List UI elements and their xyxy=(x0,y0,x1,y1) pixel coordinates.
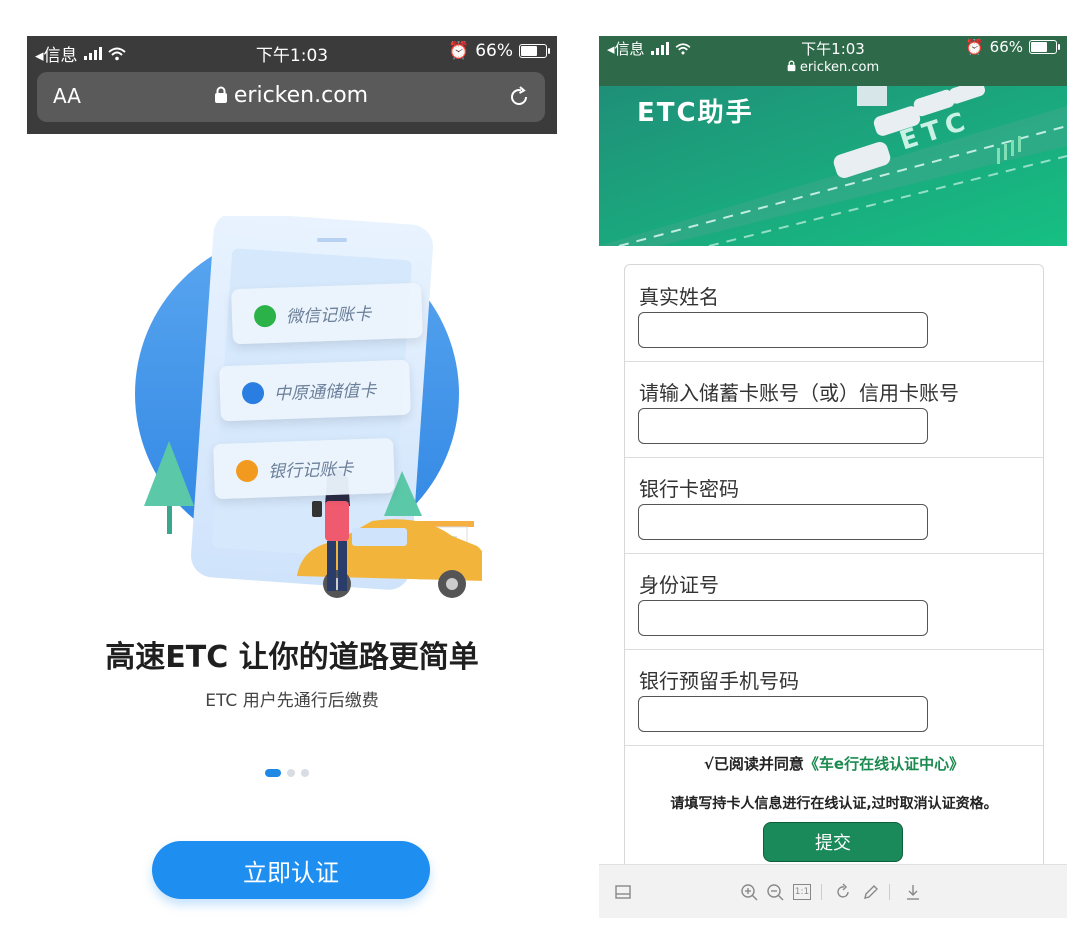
pdf-toolbar: 1:1 xyxy=(599,864,1067,918)
left-phone-screen: ◂信息 下午1:03 ⏰ 66% AA ericken.com 微信记账卡 中原… xyxy=(27,36,557,916)
form-row-card: 请输入储蓄卡账号（或）信用卡账号 xyxy=(625,361,1043,458)
page-indicator xyxy=(265,769,309,777)
field-label: 银行卡密码 xyxy=(639,477,739,501)
card-label: 微信记账卡 xyxy=(285,304,372,328)
page-dot[interactable] xyxy=(265,769,281,777)
card-label: 银行记账卡 xyxy=(267,459,354,483)
sidebar-icon[interactable] xyxy=(613,882,633,902)
page-dot[interactable] xyxy=(287,769,295,777)
address-field[interactable]: AA ericken.com xyxy=(37,72,545,122)
field-label: 真实姓名 xyxy=(639,285,719,309)
annotate-icon[interactable] xyxy=(861,882,881,902)
right-phone-screen: ◂信息 下午1:03 ⏰ 66% ericken.com ETC助手 ETC 真… xyxy=(599,36,1067,918)
verification-form: 真实姓名 请输入储蓄卡账号（或）信用卡账号 银行卡密码 身份证号 银行预留手机号… xyxy=(624,264,1044,876)
toolbar-divider xyxy=(821,884,822,900)
rotate-icon[interactable] xyxy=(833,882,853,902)
download-icon[interactable] xyxy=(903,882,923,902)
lock-icon xyxy=(214,86,227,103)
zoom-in-icon[interactable] xyxy=(739,882,759,902)
card-label: 中原通储值卡 xyxy=(273,380,377,405)
verify-now-button[interactable]: 立即认证 xyxy=(152,841,430,899)
agreement-line: √已阅读并同意《车e行在线认证中心》 xyxy=(625,753,1043,774)
form-row-password: 银行卡密码 xyxy=(625,457,1043,554)
alarm-icon: ⏰ xyxy=(964,38,984,56)
toolbar-divider xyxy=(889,884,890,900)
form-row-phone: 银行预留手机号码 xyxy=(625,649,1043,746)
card-bank: 银行记账卡 xyxy=(213,437,395,500)
page-dot[interactable] xyxy=(301,769,309,777)
bank-icon xyxy=(235,459,259,482)
card-password-input[interactable] xyxy=(638,504,928,540)
battery-percent: 66% xyxy=(475,41,513,61)
battery-percent: 66% xyxy=(989,38,1023,56)
etc-logo-text: ETC助手 xyxy=(637,98,754,128)
etc-illustration: 微信记账卡 中原通储值卡 银行记账卡 xyxy=(122,212,488,606)
subheadline: ETC 用户先通行后缴费 xyxy=(205,691,379,711)
field-label: 银行预留手机号码 xyxy=(639,669,799,693)
form-row-id: 身份证号 xyxy=(625,553,1043,650)
etc-banner: ETC助手 ETC xyxy=(599,80,1067,247)
submit-button[interactable]: 提交 xyxy=(763,822,903,862)
status-bar: ◂信息 下午1:03 ⏰ 66% xyxy=(27,36,557,66)
form-row-name: 真实姓名 xyxy=(625,265,1043,362)
phone-number-input[interactable] xyxy=(638,696,928,732)
agree-checkmark-text[interactable]: √已阅读并同意 xyxy=(704,755,804,773)
lock-icon xyxy=(787,60,796,72)
notice-text: 请填写持卡人信息进行在线认证,过时取消认证资格。 xyxy=(670,796,998,812)
wechat-icon xyxy=(253,304,277,328)
browser-url-bar: AA ericken.com xyxy=(27,66,557,134)
domain-text: ericken.com xyxy=(799,60,880,75)
card-number-input[interactable] xyxy=(638,408,928,444)
agreement-link[interactable]: 《车e行在线认证中心》 xyxy=(804,755,964,773)
id-number-input[interactable] xyxy=(638,600,928,636)
url-domain: ericken.com xyxy=(233,83,369,108)
alarm-icon: ⏰ xyxy=(448,41,470,61)
card-wechat: 微信记账卡 xyxy=(231,282,423,345)
headline: 高速ETC 让你的道路更简单 xyxy=(105,640,479,675)
zhongyuantong-icon xyxy=(241,381,265,405)
status-bar: ◂信息 下午1:03 ⏰ 66% ericken.com xyxy=(599,36,1067,86)
field-label: 身份证号 xyxy=(639,573,719,597)
reload-icon[interactable] xyxy=(507,85,531,109)
url-domain-compact[interactable]: ericken.com xyxy=(599,60,1067,75)
actual-size-icon[interactable]: 1:1 xyxy=(793,884,811,900)
real-name-input[interactable] xyxy=(638,312,928,348)
field-label: 请输入储蓄卡账号（或）信用卡账号 xyxy=(639,381,959,405)
battery-icon xyxy=(519,44,550,58)
zoom-out-icon[interactable] xyxy=(765,882,785,902)
battery-icon xyxy=(1029,40,1060,54)
card-zhongyuantong: 中原通储值卡 xyxy=(219,359,411,422)
